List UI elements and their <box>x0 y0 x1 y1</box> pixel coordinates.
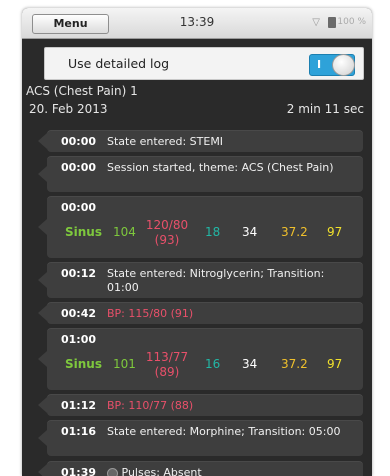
log-entry: 01:16 State entered: Morphine; Transitio… <box>38 420 363 456</box>
log-time: 00:00 <box>61 135 97 148</box>
detailed-log-toggle[interactable]: I <box>309 54 355 76</box>
log-time: 01:00 <box>61 333 97 346</box>
log-entry: 01:12 BP: 110/77 (88) <box>38 394 363 416</box>
respiratory-rate-value: 16 <box>205 357 221 371</box>
detailed-log-label: Use detailed log <box>68 56 170 71</box>
session-date: 20. Feb 2013 <box>29 102 108 116</box>
log-time: 00:00 <box>61 201 97 214</box>
bp-systolic-diastolic: 120/80 <box>145 218 189 232</box>
detailed-log-row: Use detailed log I <box>44 47 364 80</box>
session-title: ACS (Chest Pain) 1 <box>26 84 138 98</box>
rhythm-value: Sinus <box>65 225 102 239</box>
temperature-value: 37.2 <box>281 357 308 371</box>
vitals-row: Sinus 104 120/80 (93) 18 34 37.2 97 <box>61 218 361 252</box>
blood-pressure-value: 120/80 (93) <box>143 218 191 248</box>
log-time: 00:00 <box>61 161 97 174</box>
wifi-icon: ▽ <box>312 17 320 28</box>
heart-rate-value: 104 <box>113 225 136 239</box>
bp-systolic-diastolic: 113/77 <box>145 350 189 364</box>
log-text: BP: 110/77 (88) <box>107 399 194 412</box>
vitals-entry: 01:00 Sinus 101 113/77 (89) 16 34 37.2 9… <box>38 328 363 390</box>
battery-percentage: 100 % <box>337 17 366 27</box>
log-time: 00:42 <box>61 307 97 320</box>
spo2-value: 97 <box>327 225 343 239</box>
blood-pressure-value: 113/77 (89) <box>143 350 191 380</box>
session-duration: 2 min 11 sec <box>286 102 364 116</box>
spo2-value: 97 <box>327 357 343 371</box>
log-text: Pulses: Absent <box>121 466 202 476</box>
vitals-row: Sinus 101 113/77 (89) 16 34 37.2 97 <box>61 350 361 384</box>
respiratory-rate-value: 18 <box>205 225 221 239</box>
temperature-value: 37.2 <box>281 225 308 239</box>
rhythm-value: Sinus <box>65 357 102 371</box>
pulse-icon <box>107 467 118 476</box>
etco2-value: 34 <box>242 225 258 239</box>
log-entry: 01:39 Pulses: Absent <box>38 461 363 476</box>
log-entry: 00:12 State entered: Nitroglycerin; Tran… <box>38 262 363 298</box>
log-text: State entered: Nitroglycerin; Transition… <box>107 267 325 294</box>
log-entry: 00:00 State entered: STEMI <box>38 130 363 152</box>
log-time: 01:12 <box>61 399 97 412</box>
log-entry: 00:42 BP: 115/80 (91) <box>38 302 363 324</box>
etco2-value: 34 <box>242 357 258 371</box>
log-text: Session started, theme: ACS (Chest Pain) <box>107 161 334 174</box>
device-screen: Menu 13:39 ▽ 100 % Use detailed log I AC… <box>22 8 372 476</box>
toggle-on-indicator: I <box>317 58 322 71</box>
heart-rate-value: 101 <box>113 357 136 371</box>
log-time: 01:16 <box>61 425 97 438</box>
status-bar: Menu 13:39 ▽ 100 % <box>22 8 372 39</box>
battery-icon <box>328 17 336 28</box>
bp-mean: (89) <box>154 365 180 379</box>
log-time: 01:39 <box>61 466 97 476</box>
bp-mean: (93) <box>154 233 180 247</box>
toggle-knob[interactable] <box>332 54 355 76</box>
log-text: BP: 115/80 (91) <box>107 307 194 320</box>
vitals-entry: 00:00 Sinus 104 120/80 (93) 18 34 37.2 9… <box>38 196 363 258</box>
log-text: State entered: Morphine; Transition: 05:… <box>107 425 341 438</box>
log-time: 00:12 <box>61 267 97 280</box>
log-text-with-icon: Pulses: Absent <box>107 466 352 476</box>
log-text: State entered: STEMI <box>107 135 224 148</box>
log-entry: 00:00 Session started, theme: ACS (Chest… <box>38 156 363 192</box>
